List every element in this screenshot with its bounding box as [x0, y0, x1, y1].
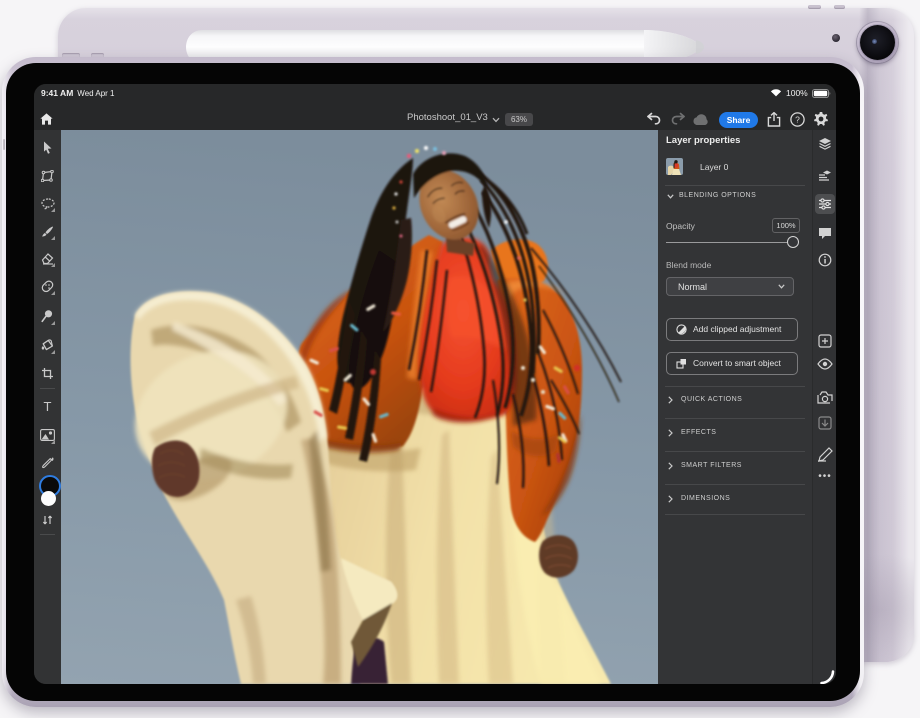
svg-text:?: ? — [795, 115, 800, 125]
